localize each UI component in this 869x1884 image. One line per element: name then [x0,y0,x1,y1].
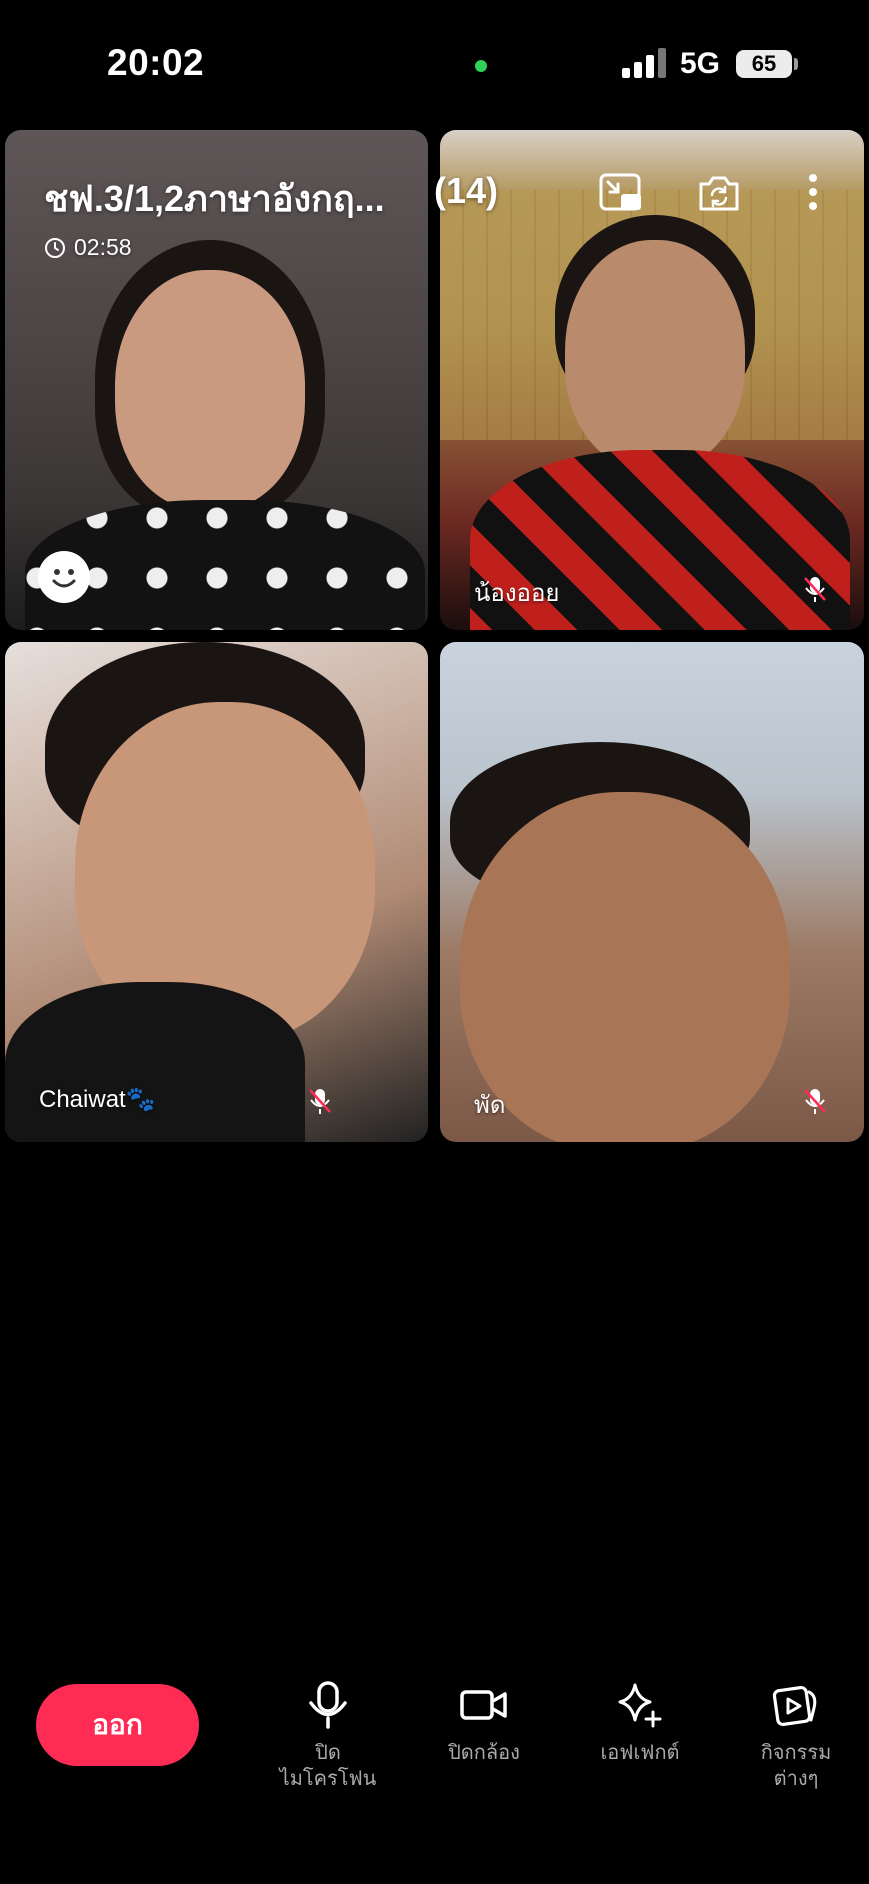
activities-label: กิจกรรม ต่างๆ [760,1742,832,1790]
face-shape [115,270,305,510]
activities-icon [772,1685,817,1727]
mic-toggle-button[interactable]: ปิด ไมโครโฟน [258,1680,398,1792]
video-call-screen: 20:02 5G 65 น้องออย Chaiwat🐾 พัด ชฟ.3/1,… [0,0,869,1884]
mic-toggle-label: ปิด ไมโครโฟน [279,1742,377,1790]
participant-name: พัด [474,1092,506,1119]
activities-button[interactable]: กิจกรรม ต่างๆ [726,1680,866,1792]
mic-muted-icon [804,577,826,602]
video-tile-participant[interactable]: พัด [440,642,864,1142]
effects-label: เอฟเฟกต์ [600,1742,680,1764]
participant-name: น้องออย [474,580,560,607]
smiley-icon [52,569,76,588]
face-shape [460,792,790,1142]
emoji-reaction-button[interactable] [38,551,90,603]
video-tile-participant[interactable]: Chaiwat🐾 [5,642,428,1142]
battery-indicator: 65 [736,50,792,78]
face-shape [565,240,745,470]
flip-camera-icon[interactable] [696,170,742,216]
call-duration: 02:58 [74,234,132,260]
more-options-icon[interactable] [790,170,836,216]
sparkle-icon [618,1683,662,1728]
camera-toggle-label: ปิดกล้อง [448,1742,520,1764]
call-title: ชฟ.3/1,2ภาษาอังกฤ... [44,178,385,219]
camera-toggle-button[interactable]: ปิดกล้อง [414,1680,554,1766]
battery-tip [794,58,798,70]
call-timer: 02:58 [44,234,132,261]
video-camera-icon [460,1690,507,1720]
network-type: 5G [680,47,721,80]
status-time: 20:02 [107,42,205,83]
signal-icon [622,48,666,78]
mic-muted-icon [309,1089,331,1114]
clock-icon [45,237,65,258]
microphone-icon [309,1681,347,1729]
mic-muted-icon [804,1089,826,1114]
camera-in-use-indicator [475,60,487,72]
participant-count: (14) [434,170,499,211]
leave-call-button[interactable]: ออก [36,1684,199,1766]
participant-name: Chaiwat🐾 [39,1086,156,1113]
effects-button[interactable]: เอฟเฟกต์ [570,1680,710,1766]
minimize-window-icon[interactable] [598,170,644,216]
shirt-shape [5,982,305,1142]
